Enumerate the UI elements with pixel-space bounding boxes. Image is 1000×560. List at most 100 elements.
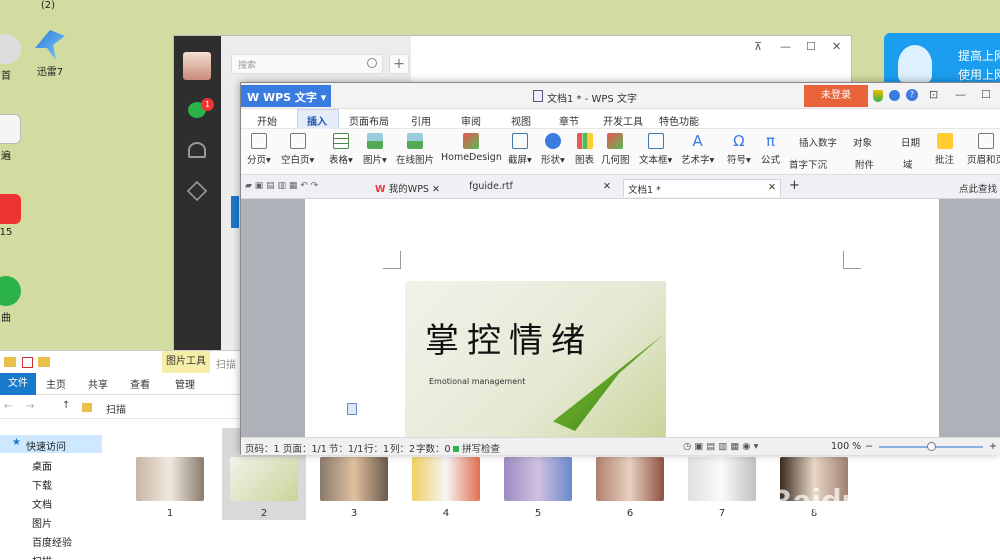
header-footer-button[interactable]: 页眉和页: [967, 133, 1000, 166]
up-arrow-icon[interactable]: ↑: [62, 400, 70, 411]
desktop-icon-xunlei[interactable]: 迅雷7: [30, 30, 70, 78]
tab-file[interactable]: 文件: [0, 373, 36, 395]
tab-home[interactable]: 主页: [46, 376, 66, 391]
attachment-button[interactable]: 附件: [855, 157, 874, 171]
tab-find-field[interactable]: 点此查找: [955, 179, 1000, 197]
login-button[interactable]: 未登录: [804, 85, 868, 107]
menu-features[interactable]: 特色功能: [659, 113, 699, 128]
thumbnail-6[interactable]: [596, 457, 664, 501]
zoom-in-button[interactable]: +: [989, 441, 997, 452]
chat-close-button[interactable]: ✕: [832, 40, 841, 53]
document-page[interactable]: 掌控情绪 Emotional management: [305, 199, 939, 437]
wordart-button[interactable]: A 艺术字▾: [681, 133, 714, 166]
spell-check-toggle[interactable]: 拼写检查: [453, 441, 500, 455]
chat-item-blue[interactable]: [231, 196, 239, 228]
zoom-out-button[interactable]: −: [865, 441, 873, 452]
search-icon[interactable]: [367, 58, 377, 68]
tab-document1[interactable]: 文档1 * ✕: [623, 179, 781, 197]
tab-share[interactable]: 共享: [88, 376, 108, 391]
textbox-button[interactable]: 文本框▾: [639, 133, 672, 166]
menu-developer[interactable]: 开发工具: [603, 113, 643, 128]
box-icon[interactable]: [186, 180, 208, 202]
tree-item-quick-access[interactable]: 快速访问: [26, 438, 66, 453]
tree-item-downloads[interactable]: 下载: [32, 477, 52, 492]
field-button[interactable]: 域: [903, 157, 913, 171]
table-button[interactable]: 表格▾: [329, 133, 353, 166]
thumbnail-5[interactable]: [504, 457, 572, 501]
tab-fguide[interactable]: fguide.rtf ✕: [465, 179, 615, 197]
blank-page-button[interactable]: 空白页▾: [281, 133, 314, 166]
date-button[interactable]: 日期: [901, 135, 920, 149]
picture-tools-context-tab[interactable]: 图片工具: [162, 351, 210, 373]
new-tab-button[interactable]: +: [785, 176, 804, 194]
tree-item-pictures[interactable]: 图片: [32, 515, 52, 530]
close-icon[interactable]: ✕: [603, 181, 611, 192]
thumbnail-3[interactable]: [320, 457, 388, 501]
folder-icon[interactable]: [4, 357, 16, 367]
menu-chapter[interactable]: 章节: [559, 113, 579, 128]
object-button[interactable]: 对象: [853, 135, 872, 149]
thumbnail-4[interactable]: [412, 457, 480, 501]
thumbnail-1[interactable]: [136, 457, 204, 501]
status-word-count[interactable]: 字数：0: [416, 441, 451, 455]
chat-minimize-button[interactable]: —: [780, 40, 791, 53]
geometry-button[interactable]: 几何图: [601, 133, 630, 166]
add-chat-button[interactable]: +: [389, 54, 409, 74]
wps-maximize-button[interactable]: ☐: [981, 88, 991, 101]
desktop-icon-doc[interactable]: 遍: [0, 114, 26, 162]
close-icon[interactable]: ✕: [432, 184, 440, 195]
desktop-icon-green[interactable]: 曲: [0, 276, 26, 324]
thumbnail-2[interactable]: [230, 457, 298, 501]
shield-icon[interactable]: [873, 90, 883, 102]
desktop-icon-top[interactable]: (2): [28, 0, 68, 11]
view-mode-icons[interactable]: ◷ ▣ ▤ ▥ ▦ ◉ ▾: [683, 441, 758, 452]
back-arrow-icon[interactable]: ←: [4, 401, 12, 412]
picture-button[interactable]: 图片▾: [363, 133, 387, 166]
address-bar-path[interactable]: 扫描: [106, 401, 126, 416]
check-icon[interactable]: [22, 357, 33, 368]
menu-page-layout[interactable]: 页面布局: [349, 113, 389, 128]
shape-button[interactable]: 形状▾: [541, 133, 565, 166]
forward-arrow-icon[interactable]: →: [26, 401, 34, 412]
tree-item-baidu[interactable]: 百度经验: [32, 534, 72, 549]
wps-restore-icon[interactable]: ⊡: [929, 88, 938, 101]
comment-button[interactable]: 批注: [935, 133, 954, 166]
tree-item-scan[interactable]: 扫描: [32, 553, 52, 560]
dropcap-button[interactable]: 首字下沉: [789, 157, 827, 171]
menu-review[interactable]: 审阅: [461, 113, 481, 128]
wps-minimize-button[interactable]: —: [955, 88, 966, 101]
tab-view[interactable]: 查看: [130, 376, 150, 391]
menu-insert[interactable]: 插入: [307, 113, 327, 128]
tab-manage[interactable]: 管理: [175, 376, 195, 391]
menu-start[interactable]: 开始: [257, 113, 277, 128]
chat-pin-icon[interactable]: ⊼: [754, 40, 762, 53]
tab-my-wps[interactable]: W 我的WPS ✕: [371, 179, 444, 197]
menu-view[interactable]: 视图: [511, 113, 531, 128]
avatar[interactable]: [183, 52, 211, 80]
paste-options-icon[interactable]: [347, 403, 357, 415]
tree-item-desktop[interactable]: 桌面: [32, 458, 52, 473]
zoom-slider-thumb[interactable]: [927, 442, 936, 451]
tree-item-documents[interactable]: 文档: [32, 496, 52, 511]
chat-maximize-button[interactable]: ☐: [806, 40, 816, 53]
symbol-button[interactable]: Ω 符号▾: [727, 133, 751, 166]
page-break-button[interactable]: 分页▾: [247, 133, 271, 166]
desktop-icon-browser[interactable]: 首: [0, 34, 26, 82]
help-icon[interactable]: ?: [906, 89, 918, 101]
chat-search-input[interactable]: 搜索: [231, 54, 383, 74]
screenshot-button[interactable]: 截屏▾: [508, 133, 532, 166]
online-picture-button[interactable]: 在线图片: [396, 133, 434, 166]
folder-small-icon[interactable]: [38, 357, 50, 367]
menu-references[interactable]: 引用: [411, 113, 431, 128]
chart-button[interactable]: 图表: [575, 133, 594, 166]
homedesign-button[interactable]: HomeDesign: [441, 133, 502, 163]
inserted-image[interactable]: 掌控情绪 Emotional management: [405, 281, 666, 437]
insert-number-button[interactable]: 插入数字: [799, 135, 837, 149]
contacts-icon[interactable]: [188, 142, 206, 158]
wps-app-menu-button[interactable]: W WPS 文字 ▾: [241, 85, 331, 107]
zoom-level[interactable]: 100 %: [831, 441, 861, 452]
skin-icon[interactable]: [889, 90, 900, 101]
desktop-icon-red[interactable]: 15: [0, 194, 26, 238]
thumbnail-7[interactable]: [688, 457, 756, 501]
close-icon[interactable]: ✕: [768, 182, 776, 193]
